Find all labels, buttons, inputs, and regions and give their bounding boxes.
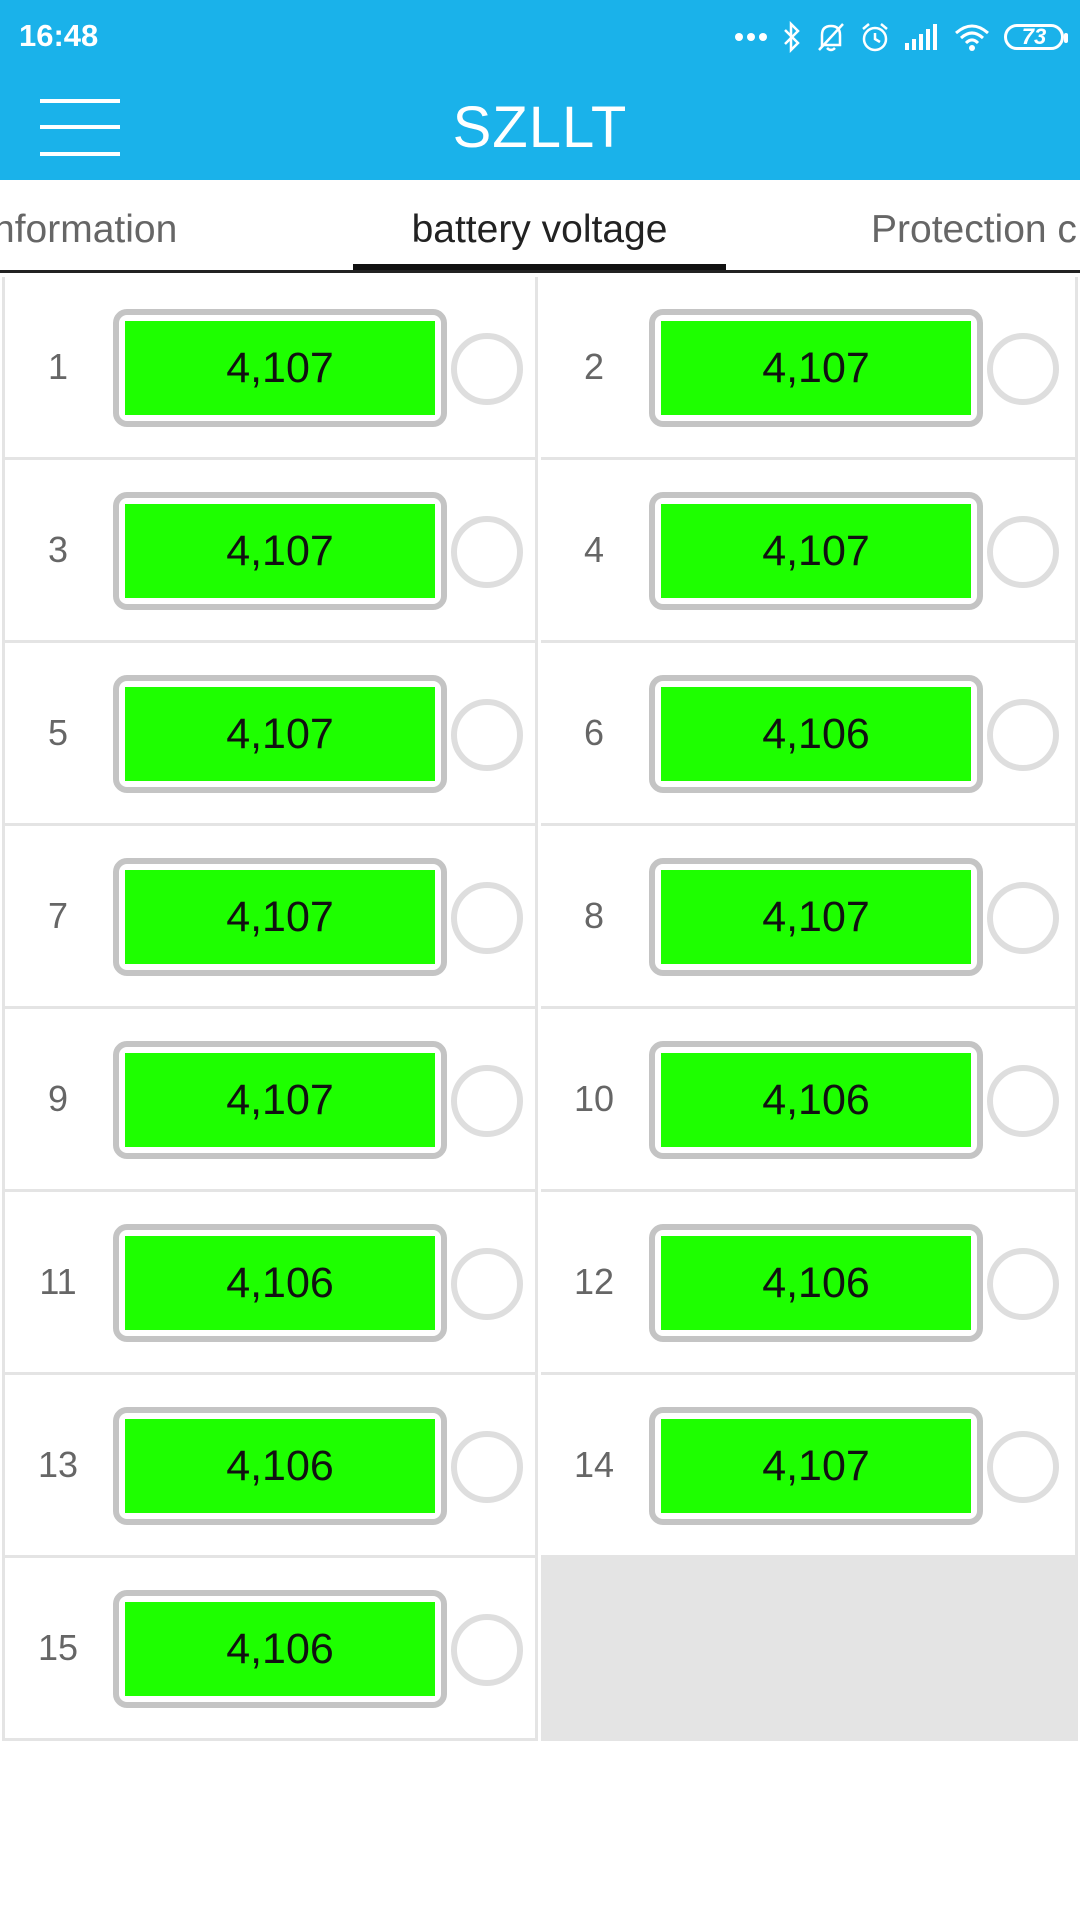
cell-item: 10 4,106 (541, 1009, 1078, 1192)
empty-cell (541, 1558, 1078, 1741)
cell-voltage-button[interactable]: 4,106 (113, 1407, 447, 1525)
cell-voltage-value: 4,106 (125, 1236, 435, 1330)
cell-voltage-value: 4,106 (661, 687, 971, 781)
cell-voltage-value: 4,106 (125, 1602, 435, 1696)
cell-item: 5 4,107 (2, 643, 538, 826)
cell-voltage-button[interactable]: 4,107 (113, 492, 447, 610)
balance-indicator[interactable] (451, 882, 523, 954)
cell-voltage-grid: 1 4,107 2 4,107 3 4,107 4 4,107 5 4,107 … (2, 277, 1078, 1741)
app-title: SZLLT (452, 95, 628, 160)
tab-protection[interactable]: Protection c (871, 208, 1077, 252)
cell-voltage-button[interactable]: 4,106 (113, 1590, 447, 1708)
alarm-icon (862, 23, 888, 52)
cell-voltage-value: 4,107 (125, 321, 435, 415)
status-time: 16:48 (19, 18, 99, 53)
balance-indicator[interactable] (451, 333, 523, 405)
cell-number: 7 (47, 895, 69, 936)
cell-voltage-value: 4,107 (661, 870, 971, 964)
cell-voltage-button[interactable]: 4,107 (649, 1407, 983, 1525)
balance-indicator[interactable] (451, 516, 523, 588)
cell-number: 5 (47, 712, 69, 753)
balance-indicator[interactable] (987, 516, 1059, 588)
balance-indicator[interactable] (987, 882, 1059, 954)
cell-item: 14 4,107 (541, 1375, 1078, 1558)
cell-item: 12 4,106 (541, 1192, 1078, 1375)
cell-item: 6 4,106 (541, 643, 1078, 826)
cell-voltage-button[interactable]: 4,107 (649, 309, 983, 427)
cell-item: 8 4,107 (541, 826, 1078, 1009)
cell-voltage-value: 4,107 (125, 687, 435, 781)
cell-number: 9 (47, 1078, 69, 1119)
balance-indicator[interactable] (451, 699, 523, 771)
cell-number: 1 (47, 346, 69, 387)
cell-number: 2 (583, 346, 605, 387)
cell-item: 2 4,107 (541, 277, 1078, 460)
cell-voltage-value: 4,106 (661, 1053, 971, 1147)
tab-battery-voltage[interactable]: battery voltage (353, 208, 726, 252)
cell-item: 3 4,107 (2, 460, 538, 643)
cell-voltage-value: 4,107 (125, 870, 435, 964)
cell-voltage-value: 4,106 (125, 1419, 435, 1513)
cell-number: 8 (583, 895, 605, 936)
balance-indicator[interactable] (987, 1065, 1059, 1137)
cell-voltage-value: 4,107 (661, 321, 971, 415)
battery-icon: 73 (1004, 24, 1068, 50)
cell-number: 4 (583, 529, 605, 570)
cell-item: 1 4,107 (2, 277, 538, 460)
cell-number: 3 (47, 529, 69, 570)
status-bar: 16:48 73 (0, 0, 1080, 75)
cell-number: 13 (37, 1444, 79, 1485)
cell-voltage-button[interactable]: 4,107 (649, 858, 983, 976)
cell-item: 7 4,107 (2, 826, 538, 1009)
balance-indicator[interactable] (451, 1431, 523, 1503)
cell-item: 15 4,106 (2, 1558, 538, 1741)
cell-number: 12 (573, 1261, 615, 1302)
signal-icon (905, 24, 937, 50)
cell-number: 6 (583, 712, 605, 753)
cell-voltage-button[interactable]: 4,106 (113, 1224, 447, 1342)
tab-divider (0, 270, 1080, 273)
cell-voltage-button[interactable]: 4,107 (113, 309, 447, 427)
balance-indicator[interactable] (451, 1065, 523, 1137)
cell-number: 10 (573, 1078, 615, 1119)
cell-item: 4 4,107 (541, 460, 1078, 643)
cell-number: 11 (39, 1261, 77, 1302)
wifi-icon (955, 24, 989, 51)
cell-voltage-button[interactable]: 4,106 (649, 1041, 983, 1159)
app-bar: SZLLT (0, 75, 1080, 180)
bell-off-icon (818, 23, 844, 52)
tab-bar: nformation battery voltage Protection c (0, 180, 1080, 272)
balance-indicator[interactable] (451, 1614, 523, 1686)
cell-voltage-button[interactable]: 4,107 (113, 1041, 447, 1159)
balance-indicator[interactable] (987, 333, 1059, 405)
status-icons: 73 (734, 14, 1068, 60)
cell-item: 11 4,106 (2, 1192, 538, 1375)
more-dots-icon (735, 33, 767, 41)
cell-voltage-value: 4,107 (125, 1053, 435, 1147)
cell-voltage-button[interactable]: 4,107 (649, 492, 983, 610)
cell-voltage-value: 4,107 (661, 1419, 971, 1513)
battery-level: 73 (1021, 24, 1047, 49)
cell-item: 13 4,106 (2, 1375, 538, 1558)
cell-voltage-button[interactable]: 4,107 (113, 675, 447, 793)
cell-voltage-value: 4,107 (661, 504, 971, 598)
cell-voltage-button[interactable]: 4,106 (649, 675, 983, 793)
cell-voltage-value: 4,107 (125, 504, 435, 598)
balance-indicator[interactable] (987, 1431, 1059, 1503)
balance-indicator[interactable] (987, 1248, 1059, 1320)
balance-indicator[interactable] (987, 699, 1059, 771)
cell-number: 14 (573, 1444, 615, 1485)
balance-indicator[interactable] (451, 1248, 523, 1320)
cell-voltage-button[interactable]: 4,107 (113, 858, 447, 976)
tab-information[interactable]: nformation (0, 208, 177, 252)
cell-item: 9 4,107 (2, 1009, 538, 1192)
cell-number: 15 (37, 1627, 79, 1668)
cell-voltage-button[interactable]: 4,106 (649, 1224, 983, 1342)
cell-voltage-value: 4,106 (661, 1236, 971, 1330)
bluetooth-icon (784, 21, 800, 53)
